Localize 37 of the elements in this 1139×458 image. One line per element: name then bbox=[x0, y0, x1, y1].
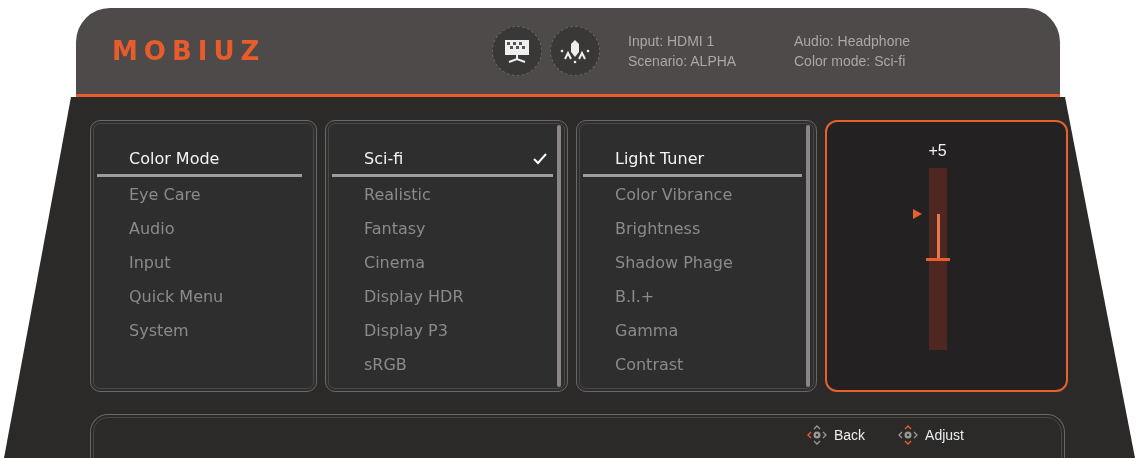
status-text: Scenario: ALPHA bbox=[628, 53, 738, 69]
menu-item[interactable]: Contrast bbox=[583, 347, 802, 381]
menu-item[interactable]: Color Mode bbox=[97, 143, 302, 177]
hint-label: Back bbox=[833, 426, 866, 443]
joystick-icon bbox=[805, 423, 828, 446]
scrollbar[interactable] bbox=[806, 125, 810, 387]
menu-item[interactable]: Brightness bbox=[583, 211, 802, 245]
menu-item[interactable]: Gamma bbox=[583, 313, 802, 347]
menu-item[interactable]: Input bbox=[97, 245, 302, 279]
menu-item[interactable]: Color Vibrance bbox=[583, 177, 802, 211]
menu-item[interactable]: Sci-fi bbox=[332, 143, 553, 177]
scrollbar[interactable] bbox=[557, 125, 561, 387]
menu-item[interactable]: Display P3 bbox=[332, 313, 553, 347]
menu-item[interactable]: Audio bbox=[97, 211, 302, 245]
joystick-icon bbox=[897, 423, 920, 446]
menu-item[interactable]: Shadow Phage bbox=[583, 245, 802, 279]
rocket-icon bbox=[550, 26, 600, 76]
menu-item[interactable]: Eye Care bbox=[97, 177, 302, 211]
menu-item[interactable]: Display HDR bbox=[332, 279, 553, 313]
menu-item[interactable]: System bbox=[97, 313, 302, 347]
menu-item[interactable]: sRGB bbox=[332, 347, 553, 381]
status-text: Audio: Headphone bbox=[794, 33, 911, 49]
monitor-icon bbox=[492, 26, 542, 76]
menu-item[interactable]: Light Tuner bbox=[583, 143, 802, 177]
brand-logo: MOBIUZ bbox=[112, 36, 267, 66]
menu-item[interactable]: Realistic bbox=[332, 177, 553, 211]
slider-fill bbox=[936, 213, 940, 259]
slider-thumb[interactable] bbox=[925, 258, 950, 261]
status-text: Color mode: Sci-fi bbox=[794, 53, 907, 69]
menu-item[interactable]: Fantasy bbox=[332, 211, 553, 245]
hint-label: Adjust bbox=[925, 426, 964, 443]
menu-item[interactable]: Quick Menu bbox=[97, 279, 302, 313]
menu-item[interactable]: Cinema bbox=[332, 245, 553, 279]
value-reading: +5 bbox=[928, 142, 947, 160]
slider-pointer[interactable] bbox=[912, 208, 922, 219]
status-text: Input: HDMI 1 bbox=[628, 33, 716, 49]
menu-item[interactable]: B.I.+ bbox=[583, 279, 802, 313]
